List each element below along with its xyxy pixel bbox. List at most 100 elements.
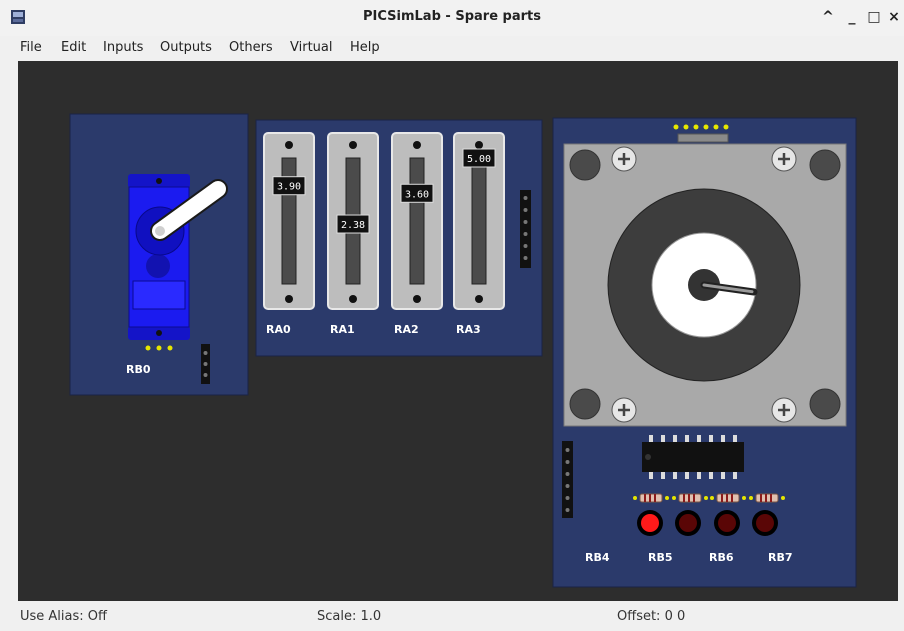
ic-pin xyxy=(661,472,665,479)
stepper-label-rb7: RB7 xyxy=(768,551,793,564)
stepper-header-pin xyxy=(565,460,570,464)
ic-pin xyxy=(733,472,737,479)
ic-pin xyxy=(697,435,701,442)
led-rb4 xyxy=(641,514,659,532)
stepper-corner-hole xyxy=(569,388,601,420)
status-scale: Scale: 1.0 xyxy=(317,609,382,624)
pots-header-pin xyxy=(523,196,528,200)
led-rb5 xyxy=(679,514,697,532)
pot-track xyxy=(409,157,425,285)
pots-header-pin xyxy=(523,256,528,260)
pot-screw xyxy=(349,295,357,303)
menu-inputs[interactable]: Inputs xyxy=(103,40,143,55)
servo-header-pin xyxy=(203,351,208,355)
servo-pin xyxy=(156,345,162,351)
menu-edit[interactable]: Edit xyxy=(61,40,86,55)
servo-horn-hub xyxy=(155,226,165,236)
pot-value: 5.00 xyxy=(467,154,491,165)
pots-header-pin xyxy=(523,208,528,212)
servo-header-pin xyxy=(203,373,208,377)
stepper-pin xyxy=(693,124,699,130)
stepper-header xyxy=(562,441,573,518)
ic-pin xyxy=(709,472,713,479)
potentiometers-part[interactable]: 3.90 RA0 2.38 RA1 3.60 RA2 5.00 RA3 xyxy=(255,119,543,357)
menu-bar: File Edit Inputs Outputs Others Virtual … xyxy=(0,36,904,60)
stepper-pin xyxy=(673,124,679,130)
ic-pin xyxy=(673,472,677,479)
status-offset: Offset: 0 0 xyxy=(617,609,686,624)
resistor-band xyxy=(683,494,685,502)
potentiometer-ra3[interactable]: 5.00 RA3 xyxy=(453,132,505,336)
pots-header-pin xyxy=(523,220,528,224)
stepper-corner-hole xyxy=(569,149,601,181)
potentiometer-ra2[interactable]: 3.60 RA2 xyxy=(391,132,443,336)
title-bar: PICSimLab - Spare parts ^ _ □ × xyxy=(0,0,904,37)
resistor-band xyxy=(654,494,656,502)
resistor-pad xyxy=(704,496,708,500)
pot-screw xyxy=(285,141,293,149)
ic-pin xyxy=(685,435,689,442)
resistor-band xyxy=(726,494,728,502)
driver-ic xyxy=(642,442,744,472)
maximize-button[interactable]: □ xyxy=(864,7,884,27)
servo-label: RB0 xyxy=(126,363,151,376)
pot-label: RA3 xyxy=(456,323,481,336)
stepper-pin xyxy=(703,124,709,130)
servo-screw-bottom xyxy=(156,330,162,336)
pot-track xyxy=(471,157,487,285)
minimize-button[interactable]: _ xyxy=(842,7,862,27)
stepper-label-rb6: RB6 xyxy=(709,551,734,564)
menu-file[interactable]: File xyxy=(20,40,42,55)
ic-pin xyxy=(709,435,713,442)
servo-pin xyxy=(167,345,173,351)
pot-value: 2.38 xyxy=(341,220,365,231)
pot-label: RA0 xyxy=(266,323,291,336)
menu-outputs[interactable]: Outputs xyxy=(160,40,212,55)
servo-part[interactable]: RB0 xyxy=(69,113,249,396)
parts-canvas[interactable]: RB0 3.90 RA0 2.38 RA1 3.60 RA2 5.00 RA3 xyxy=(18,61,898,601)
resistor-pad xyxy=(672,496,676,500)
close-button[interactable]: × xyxy=(884,7,904,27)
resistor-pad xyxy=(781,496,785,500)
potentiometer-ra0[interactable]: 3.90 RA0 xyxy=(263,132,315,336)
potentiometer-ra1[interactable]: 2.38 RA1 xyxy=(327,132,379,336)
stepper-header-pin xyxy=(565,496,570,500)
stepper-part[interactable]: RB4 RB5 RB6 RB7 xyxy=(552,117,857,588)
pot-screw xyxy=(349,141,357,149)
resistor-band xyxy=(649,494,651,502)
menu-virtual[interactable]: Virtual xyxy=(290,40,332,55)
resistor-band xyxy=(731,494,733,502)
pot-screw xyxy=(413,295,421,303)
menu-help[interactable]: Help xyxy=(350,40,380,55)
stepper-pin xyxy=(713,124,719,130)
ic-pin xyxy=(721,472,725,479)
stepper-header-pin xyxy=(565,472,570,476)
restore-button[interactable]: ^ xyxy=(818,7,838,27)
resistor-band xyxy=(770,494,772,502)
ic-pin xyxy=(649,435,653,442)
pot-screw xyxy=(475,295,483,303)
pot-label: RA2 xyxy=(394,323,419,336)
led-rb6 xyxy=(718,514,736,532)
ic-pin xyxy=(673,435,677,442)
parts-svg: RB0 3.90RA0 2.38 RA1 3.60RA2 5.00 RA3 RB4 RB5… xyxy=(69,113,857,588)
resistor-band xyxy=(760,494,762,502)
stepper-header-pin xyxy=(565,484,570,488)
stepper-corner-hole xyxy=(809,388,841,420)
servo-pin xyxy=(145,345,151,351)
pot-label: RA1 xyxy=(330,323,355,336)
stepper-pin xyxy=(723,124,729,130)
status-bar: Use Alias: Off Scale: 1.0 Offset: 0 0 xyxy=(0,601,904,631)
menu-others[interactable]: Others xyxy=(229,40,273,55)
driver-ic-notch xyxy=(645,454,651,460)
resistor-band xyxy=(721,494,723,502)
ic-pin xyxy=(649,472,653,479)
resistor-pad xyxy=(665,496,669,500)
resistor-band xyxy=(765,494,767,502)
servo-gear xyxy=(146,254,170,278)
resistor-pad xyxy=(749,496,753,500)
stepper-label-rb5: RB5 xyxy=(648,551,673,564)
resistor-band xyxy=(693,494,695,502)
resistor-band xyxy=(688,494,690,502)
ic-pin xyxy=(733,435,737,442)
